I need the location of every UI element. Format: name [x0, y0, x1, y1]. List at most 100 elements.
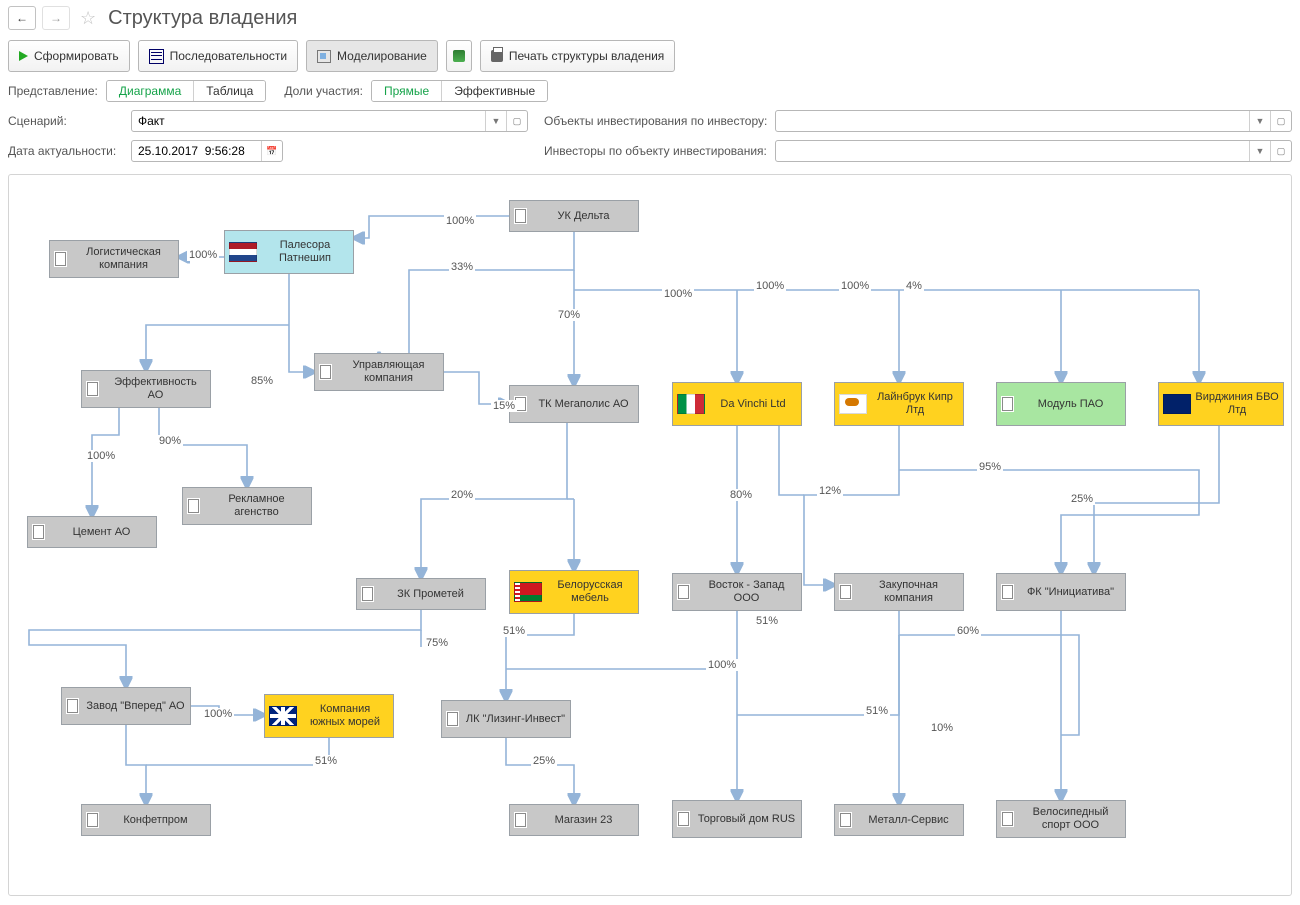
edge-label: 100% — [662, 288, 694, 300]
model-icon — [317, 50, 331, 63]
obj-dropdown-icon[interactable]: ▼ — [1249, 111, 1270, 131]
modeling-button-label: Моделирование — [337, 49, 427, 63]
node-logistics[interactable]: Логистическая компания — [49, 240, 179, 278]
node-mag23[interactable]: Магазин 23 — [509, 804, 639, 836]
edge-label: 85% — [249, 375, 275, 387]
relevance-input[interactable]: 📅 — [131, 140, 283, 162]
node-lk_lizing[interactable]: ЛК "Лизинг-Инвест" — [441, 700, 571, 738]
node-label: Белорусская мебель — [546, 579, 634, 604]
investors-dropdown-icon[interactable]: ▼ — [1249, 141, 1270, 161]
nav-back-button[interactable]: ← — [8, 6, 36, 30]
node-cement[interactable]: Цемент АО — [27, 516, 157, 548]
edges-layer — [9, 175, 1291, 895]
book-icon — [453, 50, 465, 62]
sequences-button[interactable]: Последовательности — [138, 40, 298, 72]
node-manage[interactable]: Управляющая компания — [314, 353, 444, 391]
view-segment: Диаграмма Таблица — [106, 80, 266, 102]
edge-label: 90% — [157, 435, 183, 447]
modeling-button[interactable]: Моделирование — [306, 40, 438, 72]
shares-direct-tab[interactable]: Прямые — [372, 81, 441, 101]
print-button[interactable]: Печать структуры владения — [480, 40, 675, 72]
edge-label: 100% — [85, 450, 117, 462]
node-eff_ao[interactable]: Эффективность АО — [81, 370, 211, 408]
shares-effective-tab[interactable]: Эффективные — [441, 81, 547, 101]
document-icon — [514, 812, 527, 828]
scenario-dropdown-icon[interactable]: ▼ — [485, 111, 506, 131]
node-vostok[interactable]: Восток - Запад ООО — [672, 573, 802, 611]
node-bel_meb[interactable]: Белорусская мебель — [509, 570, 639, 614]
edge-label: 15% — [491, 400, 517, 412]
obj-by-investor-input[interactable]: ▼ ▢ — [775, 110, 1292, 132]
scenario-input[interactable]: ▼ ▢ — [131, 110, 528, 132]
view-table-tab[interactable]: Таблица — [193, 81, 265, 101]
relevance-label: Дата актуальности: — [8, 144, 123, 158]
edge-label: 51% — [864, 705, 890, 717]
investors-open-icon[interactable]: ▢ — [1270, 141, 1291, 161]
node-metall[interactable]: Металл-Сервис — [834, 804, 964, 836]
investors-by-obj-field[interactable] — [776, 144, 1249, 158]
node-davinci[interactable]: Da Vinchi Ltd — [672, 382, 802, 426]
flag-nl-icon — [229, 242, 257, 262]
node-zavod[interactable]: Завод "Вперед" АО — [61, 687, 191, 725]
edge-label: 51% — [313, 755, 339, 767]
flag-uk-icon — [269, 706, 297, 726]
edge-label: 10% — [929, 722, 955, 734]
document-icon — [319, 364, 332, 380]
node-label: Металл-Сервис — [858, 814, 959, 827]
document-icon — [446, 711, 459, 727]
node-south_seas[interactable]: Компания южных морей — [264, 694, 394, 738]
node-label: Эффективность АО — [105, 376, 206, 401]
relevance-field[interactable] — [132, 144, 261, 158]
node-module[interactable]: Модуль ПАО — [996, 382, 1126, 426]
document-icon — [677, 584, 690, 600]
node-label: Цемент АО — [51, 526, 152, 539]
diagram-canvas[interactable]: УК Дельта Палесора Патнешип Логистическая … — [8, 174, 1292, 896]
reference-button[interactable] — [446, 40, 472, 72]
edge-label: 51% — [501, 625, 527, 637]
document-icon — [677, 811, 690, 827]
nav-forward-button[interactable]: → — [42, 6, 70, 30]
investors-by-obj-input[interactable]: ▼ ▢ — [775, 140, 1292, 162]
obj-by-investor-label: Объекты инвестирования по инвестору: — [544, 114, 767, 128]
node-uk_delta[interactable]: УК Дельта — [509, 200, 639, 232]
shares-label: Доли участия: — [284, 84, 363, 98]
view-diagram-tab[interactable]: Диаграмма — [107, 81, 193, 101]
edge-label: 60% — [955, 625, 981, 637]
edge-label: 100% — [754, 280, 786, 292]
node-label: ЛК "Лизинг-Инвест" — [465, 713, 566, 726]
document-icon — [1001, 396, 1014, 412]
print-icon — [491, 50, 503, 62]
calendar-icon[interactable]: 📅 — [261, 141, 282, 161]
form-button[interactable]: Сформировать — [8, 40, 130, 72]
obj-open-icon[interactable]: ▢ — [1270, 111, 1291, 131]
node-lainbruk[interactable]: Лайнбрук Кипр Лтд — [834, 382, 964, 426]
node-virgin[interactable]: Вирджиния БВО Лтд — [1158, 382, 1284, 426]
node-velo[interactable]: Велосипедный спорт ООО — [996, 800, 1126, 838]
edge-label: 70% — [556, 309, 582, 321]
obj-by-investor-field[interactable] — [776, 114, 1249, 128]
node-zk_prom[interactable]: ЗК Прометей — [356, 578, 486, 610]
node-zakup[interactable]: Закупочная компания — [834, 573, 964, 611]
edge-label: 25% — [1069, 493, 1095, 505]
favorite-star-icon[interactable]: ☆ — [80, 8, 96, 29]
node-td_rus[interactable]: Торговый дом RUS — [672, 800, 802, 838]
document-icon — [86, 381, 99, 397]
node-label: Рекламное агенство — [206, 493, 307, 518]
edge-label: 12% — [817, 485, 843, 497]
node-label: ТК Мегаполис АО — [533, 398, 634, 411]
scenario-open-icon[interactable]: ▢ — [506, 111, 527, 131]
node-fk_init[interactable]: ФК "Инициатива" — [996, 573, 1126, 611]
scenario-field[interactable] — [132, 114, 485, 128]
node-palesora[interactable]: Палесора Патнешип — [224, 230, 354, 274]
edge-label: 100% — [839, 280, 871, 292]
node-tk_mega[interactable]: ТК Мегаполис АО — [509, 385, 639, 423]
node-label: Вирджиния БВО Лтд — [1195, 391, 1279, 416]
node-adagency[interactable]: Рекламное агенство — [182, 487, 312, 525]
node-label: Компания южных морей — [301, 703, 389, 728]
flag-by-icon — [514, 582, 542, 602]
node-label: Конфетпром — [105, 814, 206, 827]
edge-label: 51% — [754, 615, 780, 627]
document-icon — [839, 812, 852, 828]
play-icon — [19, 51, 28, 61]
node-konfet[interactable]: Конфетпром — [81, 804, 211, 836]
